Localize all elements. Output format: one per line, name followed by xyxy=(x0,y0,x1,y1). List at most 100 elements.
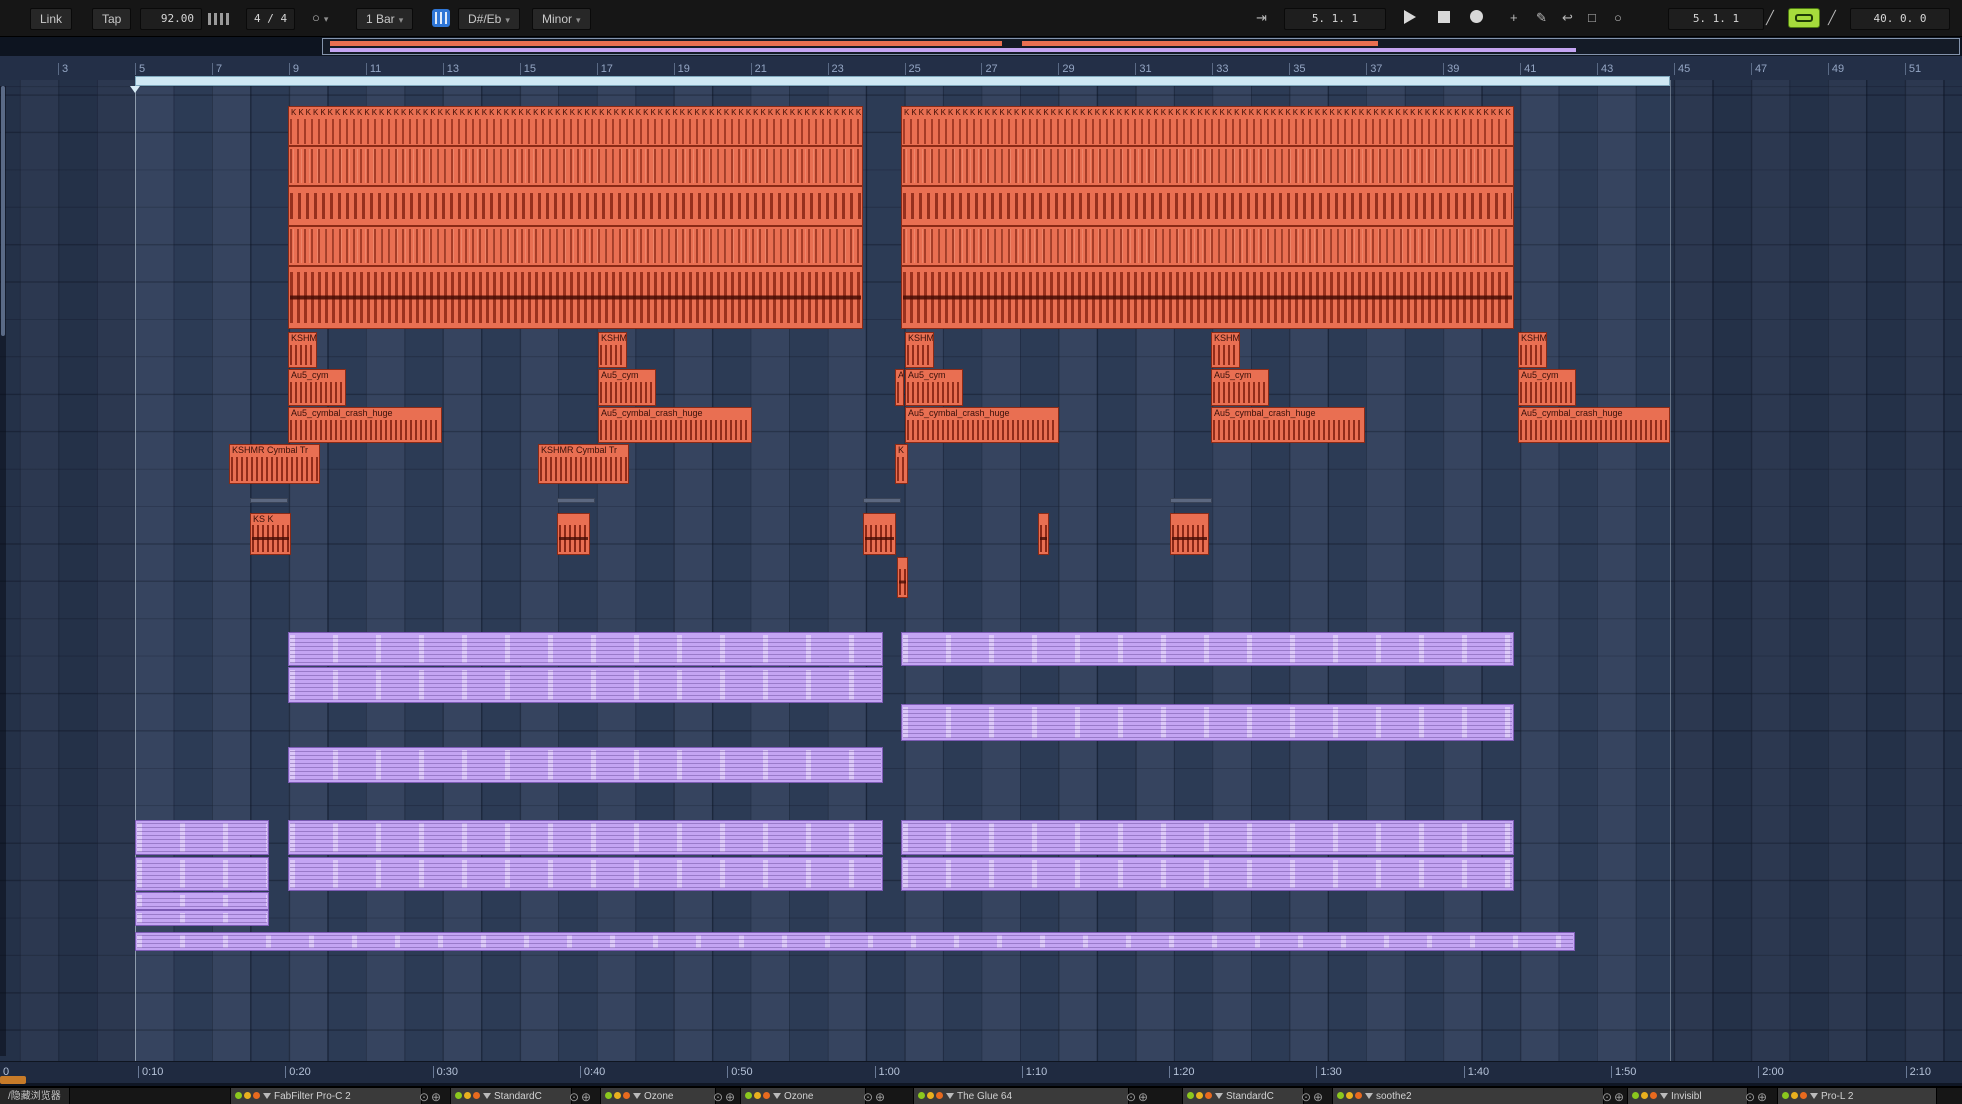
device-led[interactable] xyxy=(1800,1092,1807,1099)
tempo-field[interactable]: 92.00 xyxy=(140,8,202,30)
clip[interactable] xyxy=(1170,498,1212,503)
device-activator-led[interactable] xyxy=(1632,1092,1639,1099)
device-fold-icon[interactable] xyxy=(1215,1093,1223,1099)
device-led[interactable] xyxy=(464,1092,471,1099)
reenable-automation-button[interactable]: ↩ xyxy=(1562,8,1573,28)
device-led[interactable] xyxy=(253,1092,260,1099)
clip[interactable]: KS K xyxy=(250,513,291,555)
clip[interactable] xyxy=(288,186,863,226)
punch-in-button[interactable]: ╱ xyxy=(1766,8,1774,28)
device-title-bar[interactable]: StandardC xyxy=(1182,1088,1304,1104)
device-fold-icon[interactable] xyxy=(773,1093,781,1099)
clip[interactable] xyxy=(557,513,590,555)
device-title-bar[interactable]: FabFilter Pro-C 2 xyxy=(230,1088,422,1104)
device-led[interactable] xyxy=(1196,1092,1203,1099)
clip[interactable]: Au5_cymbal_crash_huge xyxy=(1518,407,1670,443)
arrangement-overview[interactable] xyxy=(0,37,1962,56)
clip[interactable]: KSHMR Cymbal Tr xyxy=(229,444,320,484)
clip[interactable]: KSHMR Cymbal Tr xyxy=(538,444,629,484)
clip[interactable] xyxy=(901,186,1514,226)
device-led[interactable] xyxy=(623,1092,630,1099)
clip[interactable]: Au5_cym xyxy=(598,369,656,406)
clip[interactable]: Au5_cym xyxy=(1211,369,1269,406)
clip[interactable]: KSHM xyxy=(598,332,627,368)
loop-length-field[interactable]: 40. 0. 0 xyxy=(1850,8,1950,30)
clip[interactable] xyxy=(557,498,595,503)
device-led[interactable] xyxy=(927,1092,934,1099)
automation-arm-button[interactable]: ✎ xyxy=(1536,8,1547,28)
browser-toggle-button[interactable]: /隐藏浏览器 xyxy=(0,1088,70,1104)
nudge-buttons[interactable] xyxy=(208,8,232,28)
link-button[interactable]: Link xyxy=(30,8,72,30)
capture-midi-button[interactable]: □ xyxy=(1588,8,1596,28)
clip[interactable] xyxy=(901,226,1514,266)
device-led[interactable] xyxy=(244,1092,251,1099)
device-fold-icon[interactable] xyxy=(633,1093,641,1099)
time-signature-field[interactable]: 4 / 4 xyxy=(246,8,295,30)
clip[interactable] xyxy=(135,857,269,891)
scale-root-menu[interactable]: D#/Eb▾ xyxy=(458,8,520,30)
clip[interactable] xyxy=(901,820,1514,855)
clip[interactable] xyxy=(288,667,883,703)
loop-switch[interactable] xyxy=(1788,8,1820,28)
clip[interactable] xyxy=(901,146,1514,186)
clip[interactable] xyxy=(135,932,1575,951)
device-activator-led[interactable] xyxy=(745,1092,752,1099)
device-title-bar[interactable]: Ozone xyxy=(740,1088,866,1104)
clip[interactable]: KSHM xyxy=(1211,332,1240,368)
clip[interactable]: KKKKKKKKKKKKKKKKKKKKKKKKKKKKKKKKKKKKKKKK… xyxy=(288,106,863,146)
clip[interactable]: KSHM xyxy=(288,332,317,368)
device-title-bar[interactable]: StandardC xyxy=(450,1088,572,1104)
device-led[interactable] xyxy=(1205,1092,1212,1099)
session-record-button[interactable]: ○ xyxy=(1614,8,1622,28)
device-activator-led[interactable] xyxy=(455,1092,462,1099)
stop-button[interactable] xyxy=(1438,7,1450,27)
device-led[interactable] xyxy=(1355,1092,1362,1099)
device-fold-icon[interactable] xyxy=(1660,1093,1668,1099)
clip[interactable] xyxy=(863,498,901,503)
punch-out-button[interactable]: ╱ xyxy=(1828,8,1836,28)
device-fold-icon[interactable] xyxy=(483,1093,491,1099)
clip[interactable]: Au5_cymbal_crash_huge xyxy=(288,407,442,443)
device-led[interactable] xyxy=(1346,1092,1353,1099)
device-map-buttons[interactable]: ⊙⊕ xyxy=(863,1089,887,1104)
clip[interactable] xyxy=(1038,513,1049,555)
clip[interactable] xyxy=(1170,513,1209,555)
device-led[interactable] xyxy=(614,1092,621,1099)
device-led[interactable] xyxy=(1791,1092,1798,1099)
device-activator-led[interactable] xyxy=(235,1092,242,1099)
overdub-button[interactable]: + xyxy=(1510,8,1518,28)
device-fold-icon[interactable] xyxy=(263,1093,271,1099)
clip[interactable] xyxy=(288,857,883,891)
device-activator-led[interactable] xyxy=(605,1092,612,1099)
tap-tempo-button[interactable]: Tap xyxy=(92,8,131,30)
device-fold-icon[interactable] xyxy=(1365,1093,1373,1099)
clip[interactable]: Au5_cymbal_crash_huge xyxy=(598,407,752,443)
device-led[interactable] xyxy=(936,1092,943,1099)
clip[interactable] xyxy=(901,704,1514,741)
clip[interactable] xyxy=(901,857,1514,891)
metronome-button[interactable]: ○▾ xyxy=(312,8,328,28)
clip[interactable]: Au5_cym xyxy=(905,369,963,406)
device-title-bar[interactable]: Invisibl xyxy=(1627,1088,1748,1104)
clip[interactable]: A xyxy=(895,369,904,406)
clip[interactable] xyxy=(288,820,883,855)
clip[interactable]: Au5_cym xyxy=(1518,369,1576,406)
insert-marker[interactable] xyxy=(130,86,140,93)
follow-button[interactable]: ⇥ xyxy=(1256,8,1267,28)
device-fold-icon[interactable] xyxy=(1810,1093,1818,1099)
device-led[interactable] xyxy=(473,1092,480,1099)
quantize-menu[interactable]: 1 Bar▾ xyxy=(356,8,413,30)
device-activator-led[interactable] xyxy=(918,1092,925,1099)
clip[interactable] xyxy=(288,747,883,783)
clip[interactable] xyxy=(288,632,883,666)
clip[interactable] xyxy=(288,226,863,266)
record-button[interactable] xyxy=(1470,7,1483,27)
clip[interactable]: KKKKKKKKKKKKKKKKKKKKKKKKKKKKKKKKKKKKKKKK… xyxy=(901,106,1514,146)
clip[interactable] xyxy=(897,557,908,598)
clip[interactable]: K xyxy=(895,444,908,484)
vertical-scrollbar[interactable] xyxy=(0,86,6,1056)
clip[interactable] xyxy=(288,266,863,329)
arrangement-position[interactable]: 5. 1. 1 xyxy=(1284,8,1386,30)
device-title-bar[interactable]: The Glue 64 xyxy=(913,1088,1129,1104)
